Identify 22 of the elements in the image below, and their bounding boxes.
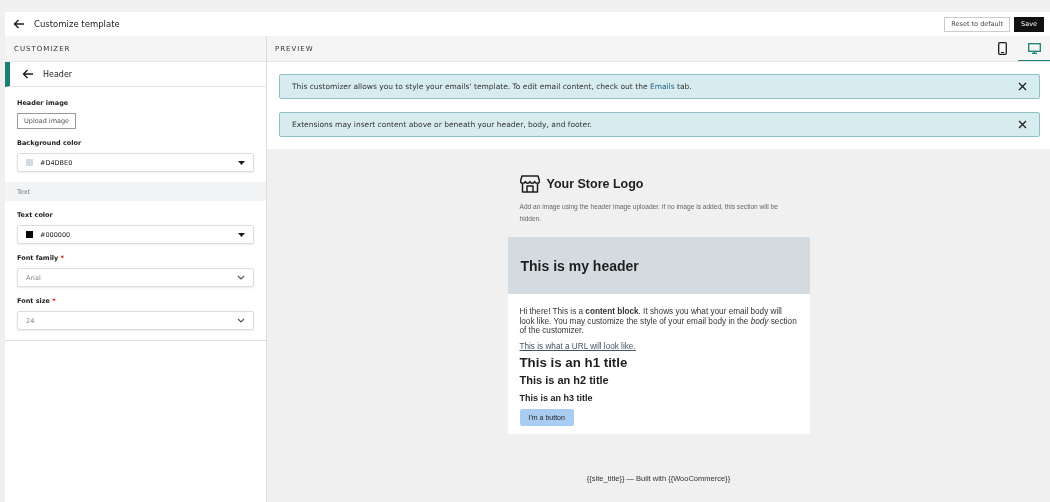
store-icon xyxy=(519,175,540,193)
close-icon[interactable] xyxy=(1018,120,1027,129)
h2-title: This is an h2 title xyxy=(519,373,609,386)
email-header: This is my header xyxy=(507,237,810,294)
h3-title: This is an h3 title xyxy=(519,392,593,403)
color-swatch xyxy=(26,231,33,238)
body-paragraph: Hi there! This is a content block. It shows you what your email body will look like. You may customize the style of your email body in the body section of the customizer. xyxy=(519,307,798,336)
caret-icon xyxy=(238,160,245,165)
back-arrow-icon[interactable] xyxy=(22,69,34,79)
caret-icon xyxy=(238,232,245,237)
chevron-icon xyxy=(237,318,245,323)
h1-title: This is an h1 title xyxy=(519,354,628,370)
close-icon[interactable] xyxy=(1018,82,1027,91)
phone-icon xyxy=(997,42,1007,55)
section-title: Header xyxy=(43,69,73,79)
chevron-icon xyxy=(237,275,245,280)
back-arrow-icon[interactable] xyxy=(13,19,25,29)
page-title: Customize template xyxy=(34,19,121,29)
store-logo-title: Your Store Logo xyxy=(546,177,644,191)
color-swatch xyxy=(26,159,33,166)
monitor-icon xyxy=(1027,42,1041,54)
sample-link[interactable]: This is what a URL will look like. xyxy=(519,341,636,351)
